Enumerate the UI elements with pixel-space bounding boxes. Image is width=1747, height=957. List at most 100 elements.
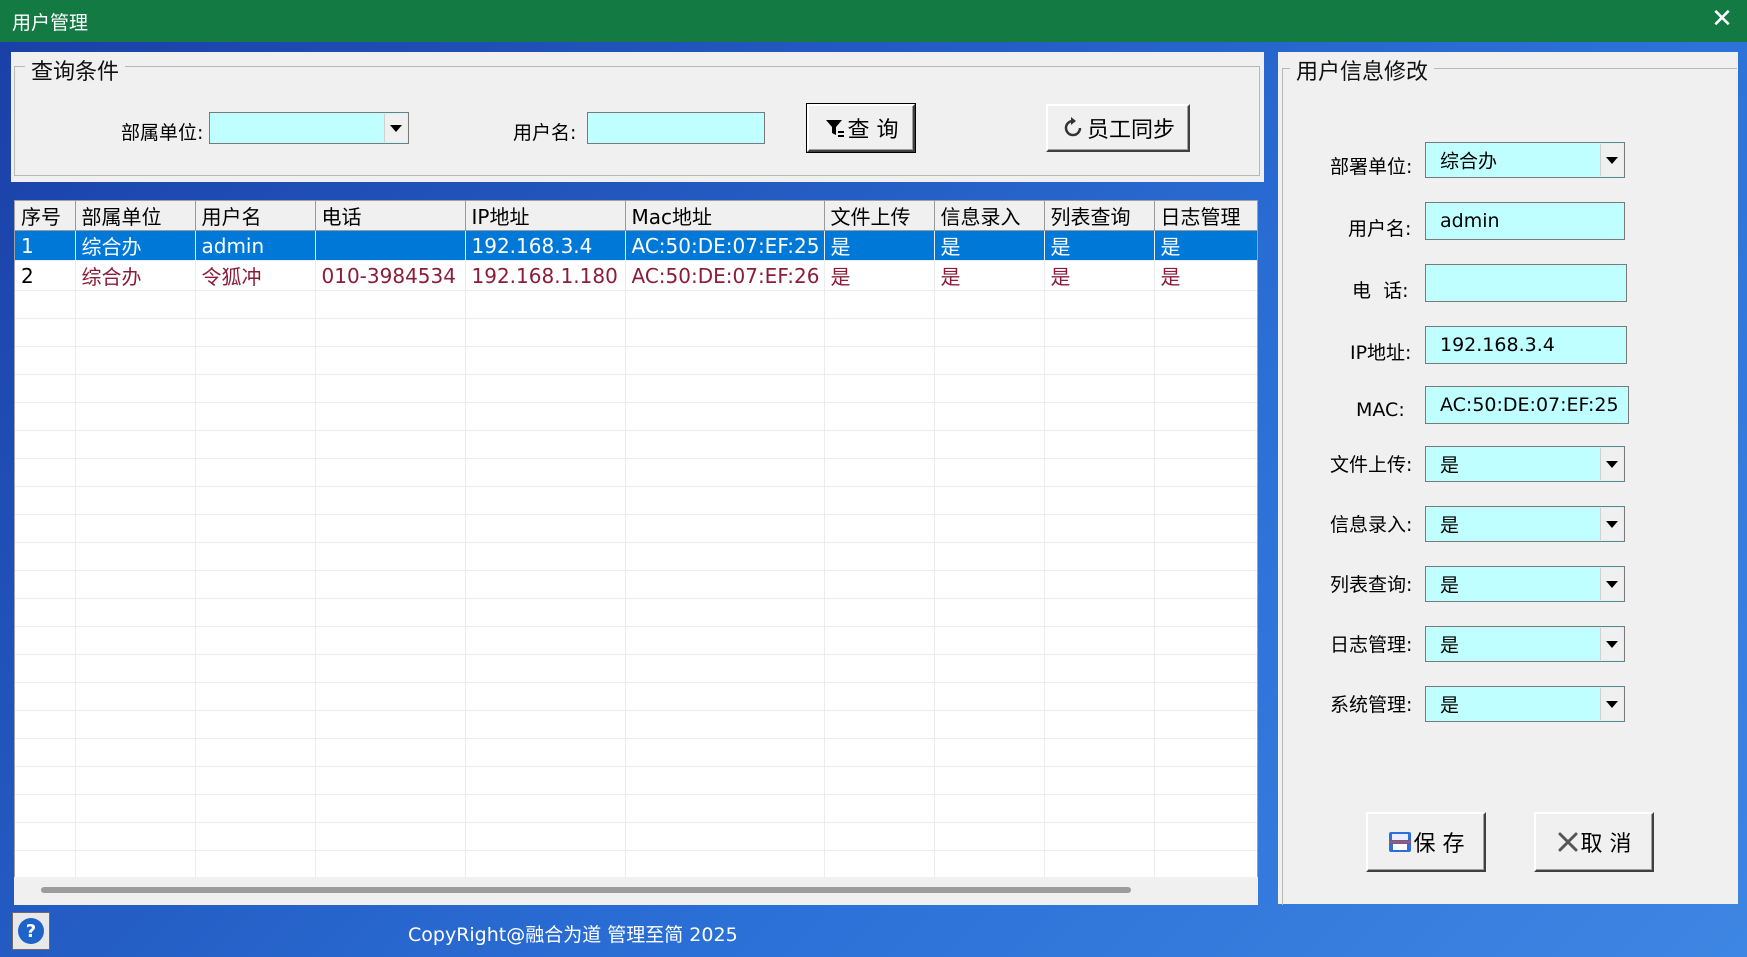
col-header-entry[interactable]: 信息录入 bbox=[934, 201, 1045, 231]
cancel-button[interactable]: 取 消 bbox=[1534, 812, 1654, 872]
copyright-text: CopyRight@融合为道 管理至简 2025 bbox=[408, 924, 738, 946]
edit-list-combo[interactable]: 是 bbox=[1425, 566, 1625, 602]
empty-row bbox=[15, 766, 1257, 795]
chevron-down-icon[interactable] bbox=[384, 114, 407, 142]
col-header-upload[interactable]: 文件上传 bbox=[824, 201, 935, 231]
edit-phone-input[interactable] bbox=[1425, 264, 1627, 302]
empty-cell bbox=[1154, 542, 1257, 571]
empty-cell bbox=[195, 486, 316, 515]
empty-cell bbox=[195, 290, 316, 319]
empty-cell bbox=[824, 738, 935, 767]
empty-cell bbox=[75, 654, 196, 683]
empty-cell bbox=[315, 570, 466, 599]
col-header-mac[interactable]: Mac地址 bbox=[625, 201, 825, 231]
title-bar: 用户管理 ✕ bbox=[0, 0, 1747, 42]
cell-log: 是 bbox=[1154, 230, 1257, 261]
chevron-down-icon[interactable] bbox=[1600, 448, 1623, 480]
empty-cell bbox=[75, 822, 196, 851]
col-header-username[interactable]: 用户名 bbox=[195, 201, 316, 231]
refresh-icon bbox=[1064, 117, 1082, 137]
empty-cell bbox=[934, 346, 1045, 375]
edit-group-title: 用户信息修改 bbox=[1290, 54, 1435, 86]
empty-cell bbox=[1044, 766, 1155, 795]
edit-log-combo[interactable]: 是 bbox=[1425, 626, 1625, 662]
empty-cell bbox=[1154, 850, 1257, 879]
empty-cell bbox=[315, 850, 466, 879]
empty-cell bbox=[625, 374, 825, 403]
close-icon[interactable]: ✕ bbox=[1707, 4, 1737, 34]
empty-cell bbox=[15, 430, 76, 459]
empty-cell bbox=[195, 598, 316, 627]
empty-cell bbox=[465, 346, 626, 375]
table-row[interactable]: 1 综合办 admin 192.168.3.4 AC:50:DE:07:EF:2… bbox=[15, 230, 1257, 261]
edit-upload-combo[interactable]: 是 bbox=[1425, 446, 1625, 482]
edit-dept-combo[interactable]: 综合办 bbox=[1425, 142, 1625, 178]
empty-cell bbox=[465, 318, 626, 347]
empty-cell bbox=[195, 766, 316, 795]
table-row[interactable]: 2 综合办 令狐冲 010-3984534 192.168.1.180 AC:5… bbox=[15, 260, 1257, 291]
empty-cell bbox=[15, 710, 76, 739]
empty-cell bbox=[1154, 374, 1257, 403]
window-title: 用户管理 bbox=[12, 12, 89, 34]
cell-dept: 综合办 bbox=[75, 260, 196, 291]
sync-button-label: 员工同步 bbox=[1086, 118, 1175, 143]
col-header-phone[interactable]: 电话 bbox=[315, 201, 466, 231]
empty-cell bbox=[1044, 346, 1155, 375]
col-header-index[interactable]: 序号 bbox=[15, 201, 76, 231]
search-button[interactable]: 查 询 bbox=[806, 103, 916, 153]
help-icon[interactable]: ? bbox=[12, 912, 50, 950]
empty-cell bbox=[1044, 598, 1155, 627]
edit-dept-value: 综合办 bbox=[1440, 150, 1498, 173]
empty-cell bbox=[934, 402, 1045, 431]
edit-dept-label: 部署单位: bbox=[1330, 156, 1413, 178]
empty-cell bbox=[75, 850, 196, 879]
edit-username-input[interactable]: admin bbox=[1425, 202, 1625, 240]
edit-mac-input[interactable]: AC:50:DE:07:EF:25 bbox=[1425, 386, 1629, 424]
dept-combo[interactable] bbox=[209, 112, 409, 144]
save-button[interactable]: 保 存 bbox=[1366, 812, 1486, 872]
empty-cell bbox=[195, 626, 316, 655]
empty-cell bbox=[1154, 682, 1257, 711]
edit-panel: 用户信息修改 部署单位: 综合办 用户名: admin 电 话: IP地址: 1… bbox=[1278, 52, 1738, 905]
empty-cell bbox=[465, 570, 626, 599]
col-header-ip[interactable]: IP地址 bbox=[465, 201, 626, 231]
empty-cell bbox=[1154, 766, 1257, 795]
chevron-down-icon[interactable] bbox=[1600, 688, 1623, 720]
edit-group-frame bbox=[1282, 68, 1737, 905]
empty-cell bbox=[625, 514, 825, 543]
empty-cell bbox=[824, 598, 935, 627]
chevron-down-icon[interactable] bbox=[1600, 628, 1623, 660]
empty-cell bbox=[934, 514, 1045, 543]
chevron-down-icon[interactable] bbox=[1600, 144, 1623, 176]
sync-employees-button[interactable]: 员工同步 bbox=[1046, 104, 1190, 152]
edit-sys-combo[interactable]: 是 bbox=[1425, 686, 1625, 722]
empty-cell bbox=[315, 430, 466, 459]
empty-cell bbox=[315, 710, 466, 739]
scrollbar-thumb[interactable] bbox=[41, 887, 1131, 893]
col-header-dept[interactable]: 部属单位 bbox=[75, 201, 196, 231]
edit-ip-input[interactable]: 192.168.3.4 bbox=[1425, 326, 1627, 364]
empty-cell bbox=[1044, 738, 1155, 767]
empty-cell bbox=[1154, 654, 1257, 683]
grid-horizontal-scrollbar[interactable] bbox=[14, 877, 1258, 905]
empty-cell bbox=[625, 794, 825, 823]
edit-entry-combo[interactable]: 是 bbox=[1425, 506, 1625, 542]
empty-cell bbox=[315, 794, 466, 823]
chevron-down-icon[interactable] bbox=[1600, 568, 1623, 600]
user-grid[interactable]: 序号 部属单位 用户名 电话 IP地址 Mac地址 文件上传 信息录入 列表查询… bbox=[14, 200, 1258, 905]
empty-cell bbox=[1044, 794, 1155, 823]
edit-sys-label: 系统管理: bbox=[1330, 694, 1413, 716]
empty-cell bbox=[195, 570, 316, 599]
cell-upload: 是 bbox=[824, 230, 935, 261]
empty-cell bbox=[934, 738, 1045, 767]
username-input[interactable] bbox=[587, 112, 765, 144]
empty-row bbox=[15, 486, 1257, 515]
empty-cell bbox=[15, 738, 76, 767]
empty-cell bbox=[625, 738, 825, 767]
col-header-list[interactable]: 列表查询 bbox=[1044, 201, 1155, 231]
empty-cell bbox=[934, 542, 1045, 571]
edit-upload-label: 文件上传: bbox=[1330, 454, 1413, 476]
col-header-log[interactable]: 日志管理 bbox=[1154, 201, 1257, 231]
empty-cell bbox=[1044, 458, 1155, 487]
chevron-down-icon[interactable] bbox=[1600, 508, 1623, 540]
